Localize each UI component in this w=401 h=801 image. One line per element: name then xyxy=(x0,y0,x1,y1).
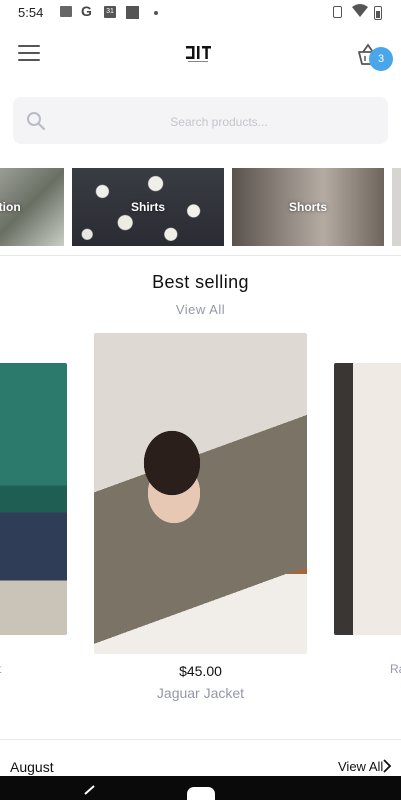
home-button[interactable] xyxy=(187,787,215,801)
product-card-right[interactable] xyxy=(334,363,401,635)
chevron-right-icon[interactable] xyxy=(382,759,392,773)
category-carousel: ction Shirts Shorts xyxy=(0,168,401,246)
category-shorts[interactable]: Shorts xyxy=(232,168,384,246)
product-name-right: Ra xyxy=(390,662,401,676)
product-name-left: t xyxy=(0,662,1,676)
search-bar xyxy=(13,97,388,146)
product-card-left[interactable] xyxy=(0,363,67,635)
status-bar: 5:54 G 31 xyxy=(0,0,401,26)
square-icon xyxy=(126,6,139,19)
status-time: 5:54 xyxy=(18,5,44,20)
app-header xyxy=(0,26,401,86)
search-icon xyxy=(27,112,46,131)
section-divider xyxy=(0,255,401,256)
product-price: $45.00 xyxy=(179,663,222,679)
section-divider xyxy=(0,739,401,740)
best-selling-title: Best selling xyxy=(152,272,249,292)
system-nav-bar xyxy=(0,776,401,801)
category-collection[interactable]: ction xyxy=(0,168,64,246)
best-selling-view-all[interactable]: View All xyxy=(0,302,401,317)
product-card-featured[interactable] xyxy=(94,333,307,654)
category-label: ction xyxy=(0,200,21,214)
image-icon xyxy=(60,6,72,17)
category-next[interactable] xyxy=(392,168,401,246)
category-shirts[interactable]: Shirts xyxy=(72,168,224,246)
dot-icon xyxy=(154,11,158,15)
product-name[interactable]: Jaguar Jacket xyxy=(94,685,307,701)
menu-button[interactable] xyxy=(18,45,40,61)
wifi-icon xyxy=(352,4,368,17)
brand-logo xyxy=(186,46,211,62)
august-title: August xyxy=(10,759,54,775)
cart-count-badge: 3 xyxy=(369,47,393,71)
battery-icon xyxy=(374,6,382,20)
august-view-all[interactable]: View All xyxy=(338,759,383,774)
back-icon[interactable] xyxy=(82,784,96,800)
search-input[interactable] xyxy=(61,97,377,146)
google-icon: G xyxy=(81,3,92,19)
calendar-icon: 31 xyxy=(104,6,116,18)
category-label: Shirts xyxy=(130,200,165,214)
category-label: Shorts xyxy=(288,200,327,214)
vibrate-icon xyxy=(333,6,342,18)
hamburger-icon xyxy=(18,45,40,47)
